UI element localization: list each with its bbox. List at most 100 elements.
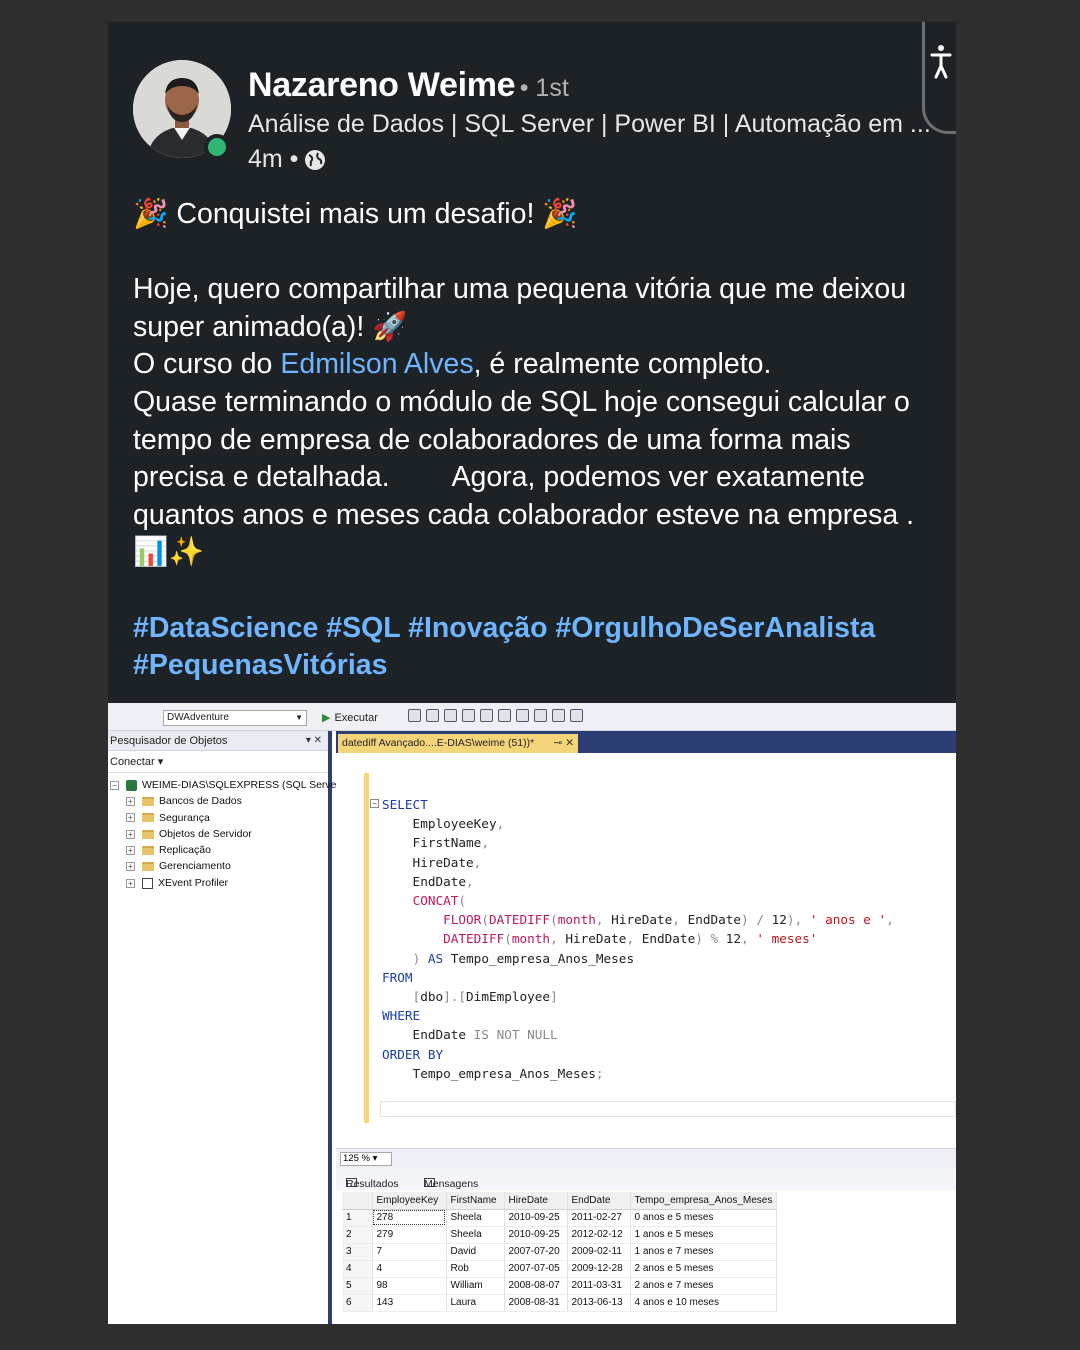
tree-item[interactable]: + XEvent Profiler <box>108 875 328 891</box>
table-cell[interactable]: 2008-08-07 <box>504 1277 568 1295</box>
sql-code[interactable]: SELECT EmployeeKey, FirstName, HireDate,… <box>382 795 894 1083</box>
author-headline: Análise de Dados | SQL Server | Power BI… <box>248 110 931 138</box>
table-cell[interactable]: 4 <box>372 1260 447 1278</box>
column-header[interactable]: HireDate <box>504 1192 568 1210</box>
server-label: WEIME-DIAS\SQLEXPRESS (SQL Server <box>142 779 340 791</box>
expand-icon[interactable]: + <box>126 878 135 888</box>
table-cell[interactable]: William <box>446 1277 505 1295</box>
column-header[interactable]: Tempo_empresa_Anos_Meses <box>630 1192 778 1210</box>
query-options-icon[interactable] <box>444 709 457 722</box>
table-row[interactable]: 2 279 Sheela 2010-09-25 2012-02-12 1 anos e 5… <box>342 1226 778 1244</box>
table-cell[interactable]: David <box>446 1243 505 1261</box>
column-header[interactable]: FirstName <box>446 1192 505 1210</box>
results-grid[interactable]: EmployeeKey FirstName HireDate EndDate T… <box>342 1192 778 1312</box>
results-grid-icon[interactable] <box>480 709 493 722</box>
table-cell[interactable]: Sheela <box>446 1209 505 1227</box>
tree-item[interactable]: + Objetos de Servidor <box>108 826 328 842</box>
table-cell[interactable]: 7 <box>372 1243 447 1261</box>
collapse-icon[interactable]: − <box>370 799 379 808</box>
display-plan-icon[interactable] <box>426 709 439 722</box>
mention-link[interactable]: Edmilson Alves <box>280 348 473 380</box>
results-text-icon[interactable] <box>462 709 475 722</box>
close-icon[interactable]: ⊸ ✕ <box>553 734 574 753</box>
table-cell[interactable]: Sheela <box>446 1226 505 1244</box>
table-cell[interactable]: 98 <box>372 1277 447 1295</box>
author-name-line: Nazareno Weime • 1st <box>248 66 569 105</box>
table-cell[interactable]: 2010-09-25 <box>504 1226 568 1244</box>
table-cell[interactable]: Laura <box>446 1294 505 1312</box>
query-editor[interactable]: − SELECT EmployeeKey, FirstName, HireDat… <box>336 753 956 1148</box>
play-icon: ▶ <box>322 712 331 724</box>
table-cell[interactable]: 2011-03-31 <box>567 1277 631 1295</box>
database-select[interactable]: DWAdventure ▼ <box>163 710 307 726</box>
results-file-icon[interactable] <box>498 709 511 722</box>
object-tree: − WEIME-DIAS\SQLEXPRESS (SQL Server + Banc… <box>108 773 340 891</box>
server-icon <box>126 779 137 791</box>
table-cell[interactable]: 2 anos e 7 meses <box>630 1277 778 1295</box>
column-header[interactable]: EmployeeKey <box>372 1192 447 1210</box>
tree-item[interactable]: + Gerenciamento <box>108 858 328 874</box>
table-cell[interactable]: 2012-02-12 <box>567 1226 631 1244</box>
table-cell[interactable]: 4 anos e 10 meses <box>630 1294 778 1312</box>
table-cell[interactable]: 1 anos e 7 meses <box>630 1243 778 1261</box>
post-time: 4m • <box>248 145 326 174</box>
post-paragraph-4: Quase terminando o módulo de SQL hoje co… <box>133 385 922 569</box>
outdent-icon[interactable] <box>570 709 583 722</box>
table-cell[interactable]: 279 <box>372 1226 447 1244</box>
expand-icon[interactable]: + <box>126 813 135 823</box>
table-cell[interactable]: 2009-02-11 <box>567 1243 631 1261</box>
post-timestamp: 4m • <box>248 145 299 173</box>
hashtags[interactable]: #DataScience #SQL #Inovação #OrgulhoDeSe… <box>133 610 933 685</box>
table-cell[interactable]: 143 <box>372 1294 447 1312</box>
table-cell[interactable]: Rob <box>446 1260 505 1278</box>
query-tab[interactable]: datediff Avançado....E-DIAS\weime (51))*… <box>338 734 578 753</box>
table-row[interactable]: 1 278 Sheela 2010-09-25 2011-02-27 0 anos e 5… <box>342 1209 778 1227</box>
table-cell[interactable]: 2011-02-27 <box>567 1209 631 1227</box>
table-row[interactable]: 5 98 William 2008-08-07 2011-03-31 2 anos e 7… <box>342 1277 778 1295</box>
table-cell[interactable]: 1 anos e 5 meses <box>630 1226 778 1244</box>
collapse-icon[interactable]: − <box>110 780 119 790</box>
uncomment-icon[interactable] <box>534 709 547 722</box>
zoom-select[interactable]: 125 % ▾ <box>340 1152 392 1166</box>
chevron-down-icon: ▼ <box>295 713 303 722</box>
query-tab-title: datediff Avançado....E-DIAS\weime (51))* <box>342 737 535 749</box>
table-row[interactable]: 4 4 Rob 2007-07-05 2009-12-28 2 anos e 5 mese… <box>342 1260 778 1278</box>
results-tabs: Resultados Mensagens <box>336 1168 956 1190</box>
folder-icon <box>142 829 154 839</box>
expand-icon[interactable]: + <box>126 797 135 807</box>
table-cell[interactable]: 2007-07-05 <box>504 1260 568 1278</box>
tree-item[interactable]: + Bancos de Dados <box>108 793 328 809</box>
tree-item-label: Gerenciamento <box>159 860 231 873</box>
table-cell[interactable]: 2 anos e 5 meses <box>630 1260 778 1278</box>
author-name[interactable]: Nazareno Weime <box>248 66 516 104</box>
table-cell[interactable]: 2010-09-25 <box>504 1209 568 1227</box>
parse-icon[interactable] <box>408 709 421 722</box>
xevent-icon <box>142 877 153 889</box>
table-cell[interactable]: 2007-07-20 <box>504 1243 568 1261</box>
tree-item[interactable]: + Replicação <box>108 842 328 858</box>
comment-icon[interactable] <box>516 709 529 722</box>
toolbar-icons <box>408 709 583 722</box>
zoom-bar: 125 % ▾ <box>336 1148 956 1168</box>
connect-dropdown[interactable]: Conectar ▾ <box>108 751 328 773</box>
table-cell[interactable]: 2008-08-31 <box>504 1294 568 1312</box>
table-row[interactable]: 6 143 Laura 2008-08-31 2013-06-13 4 anos e 10… <box>342 1294 778 1312</box>
column-header[interactable]: EndDate <box>567 1192 631 1210</box>
table-row[interactable]: 3 7 David 2007-07-20 2009-02-11 1 anos e 7 me… <box>342 1243 778 1261</box>
table-cell[interactable]: 278 <box>372 1209 447 1227</box>
tree-item-label: Segurança <box>159 811 210 824</box>
execute-button[interactable]: ▶ Executar <box>322 711 378 724</box>
expand-icon[interactable]: + <box>126 829 135 839</box>
row-number: 5 <box>342 1277 373 1295</box>
table-cell[interactable]: 2009-12-28 <box>567 1260 631 1278</box>
panel-controls-icon[interactable]: ▾ ✕ <box>306 731 322 751</box>
expand-icon[interactable]: + <box>126 845 135 855</box>
table-cell[interactable]: 0 anos e 5 meses <box>630 1209 778 1227</box>
ssms-screenshot: DWAdventure ▼ ▶ Executar Pesquisador de O… <box>108 703 956 1324</box>
table-cell[interactable]: 2013-06-13 <box>567 1294 631 1312</box>
tree-item[interactable]: + Segurança <box>108 810 328 826</box>
expand-icon[interactable]: + <box>126 862 135 872</box>
current-line <box>380 1101 956 1117</box>
tree-server[interactable]: − WEIME-DIAS\SQLEXPRESS (SQL Server <box>108 777 340 793</box>
indent-icon[interactable] <box>552 709 565 722</box>
